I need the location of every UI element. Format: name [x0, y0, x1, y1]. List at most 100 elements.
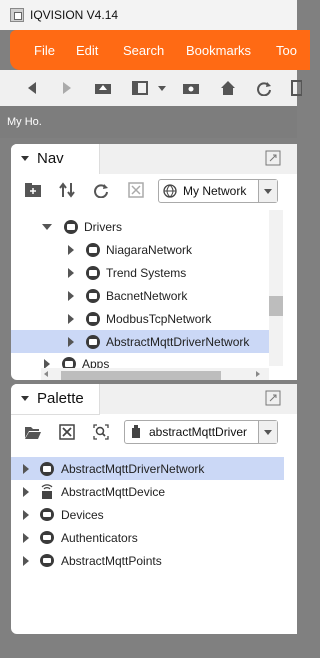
tree-item-drivers[interactable]: Drivers	[11, 215, 269, 238]
nav-tab[interactable]: Nav	[11, 144, 100, 175]
forward-icon[interactable]	[57, 78, 77, 98]
scrollbar-thumb[interactable]	[61, 371, 221, 380]
driver-container-icon	[64, 219, 78, 234]
palette-title: Palette	[37, 390, 84, 407]
tree-item-label: BacnetNetwork	[106, 288, 188, 303]
device-icon	[41, 483, 53, 499]
open-folder-icon[interactable]	[181, 78, 201, 98]
expand-arrow-icon[interactable]	[23, 532, 29, 543]
collapse-icon[interactable]	[21, 396, 29, 401]
network-driver-icon	[86, 265, 100, 280]
nav-panel: Nav My Network Drivers NiagaraNetwork Tr…	[11, 144, 297, 380]
maximize-icon[interactable]	[265, 150, 281, 169]
expand-arrow-icon[interactable]	[23, 486, 29, 497]
network-driver-icon	[86, 311, 100, 326]
folder-icon	[40, 508, 54, 521]
nav-network-value: My Network	[183, 184, 247, 198]
tree-item-niagaranetwork[interactable]: NiagaraNetwork	[11, 238, 269, 261]
tree-item-label: Trend Systems	[106, 265, 187, 280]
palette-item-label: Authenticators	[61, 530, 138, 545]
chevron-down-icon[interactable]	[258, 421, 277, 443]
palette-item-abstractmqttpoints[interactable]: AbstractMqttPoints	[11, 549, 284, 572]
more-tools-icon[interactable]	[286, 78, 306, 98]
nav-toolbar: My Network	[11, 174, 297, 208]
home-icon[interactable]	[218, 78, 238, 98]
palette-item-label: AbstractMqttPoints	[61, 553, 162, 568]
search-palette-icon[interactable]	[93, 424, 109, 443]
tree-item-apps[interactable]: Apps	[11, 353, 269, 368]
scroll-right-icon[interactable]	[255, 368, 261, 380]
back-icon[interactable]	[22, 78, 42, 98]
main-toolbar	[0, 70, 302, 107]
palette-tab[interactable]: Palette	[11, 384, 100, 415]
palette-toolbar: abstractMqttDriver	[11, 416, 297, 450]
expand-arrow-icon[interactable]	[68, 336, 74, 347]
open-folder-icon[interactable]	[24, 424, 42, 443]
window-title: IQVISION V4.14	[30, 8, 119, 22]
scroll-left-icon[interactable]	[43, 368, 49, 380]
nav-network-dropdown[interactable]: My Network	[158, 179, 278, 203]
refresh-icon[interactable]	[93, 182, 109, 201]
network-driver-icon	[86, 334, 100, 349]
tree-item-modbustcpnetwork[interactable]: ModbusTcpNetwork	[11, 307, 269, 330]
palette-item-label: Devices	[61, 507, 104, 522]
menu-bar: File Edit Search Bookmarks Too	[10, 30, 310, 70]
tree-item-label: Drivers	[84, 219, 122, 234]
palette-item-label: AbstractMqttDevice	[61, 484, 166, 499]
up-level-icon[interactable]	[93, 78, 113, 98]
expand-arrow-icon[interactable]	[68, 244, 74, 255]
close-icon[interactable]	[128, 182, 144, 201]
nav-horizontal-scrollbar[interactable]	[41, 368, 269, 380]
expand-arrow-icon[interactable]	[23, 509, 29, 520]
expand-arrow-icon[interactable]	[68, 267, 74, 278]
title-bar: IQVISION V4.14	[0, 0, 297, 30]
chevron-down-icon[interactable]	[152, 78, 172, 98]
tree-item-bacnetnetwork[interactable]: BacnetNetwork	[11, 284, 269, 307]
tree-item-label: NiagaraNetwork	[106, 242, 193, 257]
locator-bar: My Ho.	[0, 106, 297, 138]
palette-item-abstractmqttdrivernetwork[interactable]: AbstractMqttDriverNetwork	[11, 457, 284, 480]
menu-bookmarks[interactable]: Bookmarks	[186, 43, 251, 58]
menu-search[interactable]: Search	[123, 43, 164, 58]
tree-item-trend-systems[interactable]: Trend Systems	[11, 261, 269, 284]
palette-item-label: AbstractMqttDriverNetwork	[61, 461, 205, 476]
module-jar-icon	[132, 425, 140, 438]
locator-path[interactable]: My Ho.	[7, 116, 42, 128]
folder-icon	[40, 554, 54, 567]
network-driver-icon	[86, 242, 100, 257]
new-folder-icon[interactable]	[24, 182, 42, 201]
menu-file[interactable]: File	[34, 43, 55, 58]
tree-item-label: ModbusTcpNetwork	[106, 311, 212, 326]
collapse-icon[interactable]	[21, 156, 29, 161]
expand-arrow-icon[interactable]	[23, 555, 29, 566]
apps-icon	[62, 357, 76, 368]
chevron-down-icon[interactable]	[258, 180, 277, 202]
expand-arrow-icon[interactable]	[68, 313, 74, 324]
palette-item-abstractmqttdevice[interactable]: AbstractMqttDevice	[11, 480, 284, 503]
menu-tools[interactable]: Too	[276, 43, 297, 58]
menu-edit[interactable]: Edit	[76, 43, 98, 58]
close-palette-icon[interactable]	[59, 424, 75, 443]
maximize-icon[interactable]	[265, 390, 281, 409]
palette-panel: Palette abstractMqttDriver AbstractMqttD…	[11, 384, 297, 634]
tree-item-abstractmqttdrivernetwork[interactable]: AbstractMqttDriverNetwork	[11, 330, 269, 353]
palette-item-authenticators[interactable]: Authenticators	[11, 526, 284, 549]
sync-arrows-icon[interactable]	[58, 182, 76, 201]
palette-item-devices[interactable]: Devices	[11, 503, 284, 526]
app-logo-icon	[10, 8, 24, 22]
nav-title: Nav	[37, 150, 64, 167]
expand-arrow-icon[interactable]	[42, 223, 52, 230]
expand-arrow-icon[interactable]	[68, 290, 74, 301]
palette-module-value: abstractMqttDriver	[149, 425, 248, 439]
expand-arrow-icon[interactable]	[44, 359, 50, 368]
globe-icon	[163, 184, 177, 198]
scrollbar-thumb[interactable]	[269, 296, 283, 316]
network-driver-icon	[40, 461, 54, 476]
side-bar-icon[interactable]	[130, 78, 150, 98]
palette-module-dropdown[interactable]: abstractMqttDriver	[124, 420, 278, 444]
expand-arrow-icon[interactable]	[23, 463, 29, 474]
nav-vertical-scrollbar[interactable]	[269, 210, 283, 366]
tree-item-label: AbstractMqttDriverNetwork	[106, 334, 250, 349]
folder-icon	[40, 531, 54, 544]
refresh-icon[interactable]	[254, 78, 274, 98]
